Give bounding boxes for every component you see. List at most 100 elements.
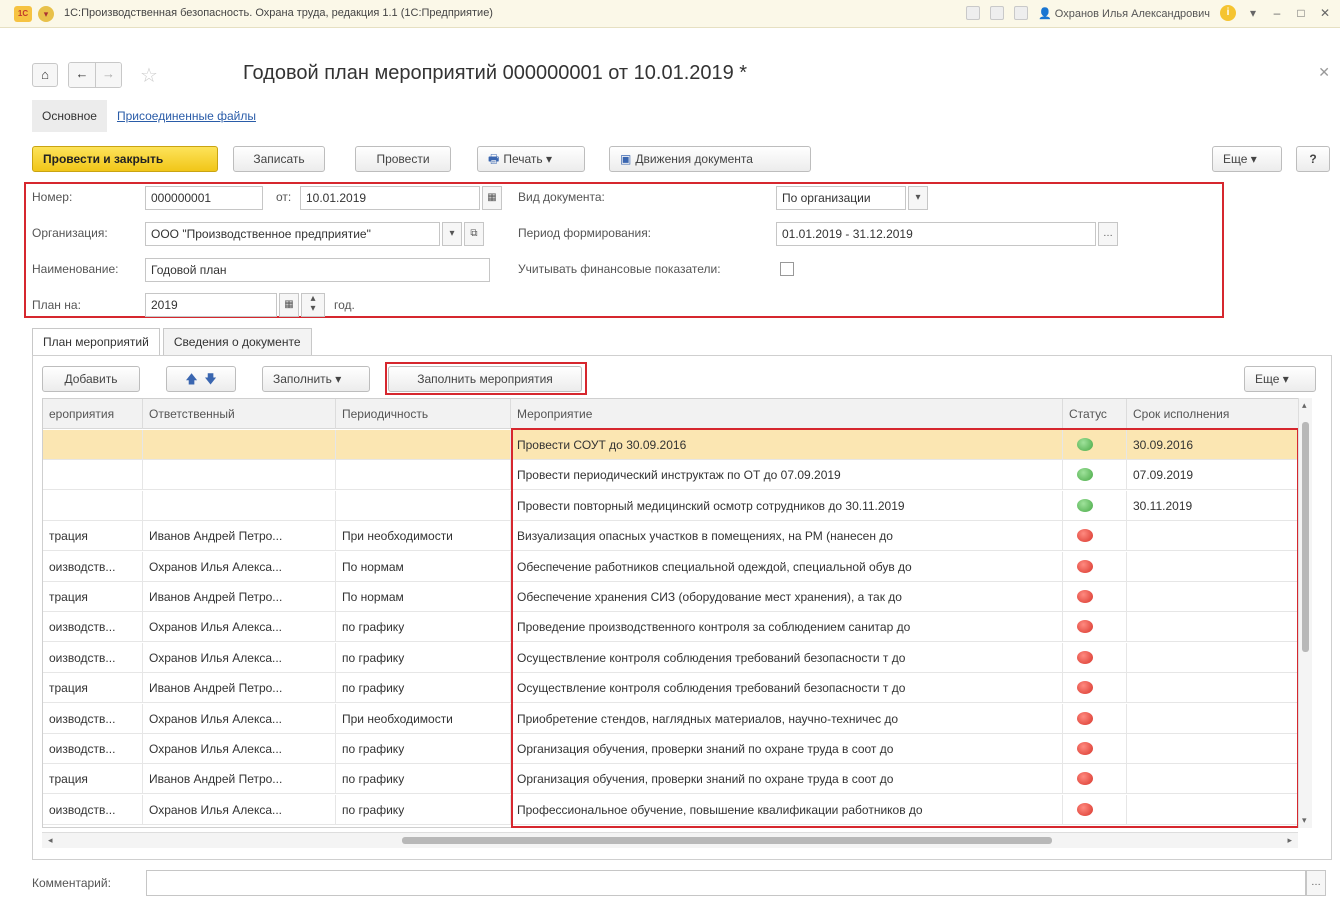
cell-responsible[interactable]: Охранов Илья Алекса... bbox=[143, 703, 336, 734]
cell-department[interactable] bbox=[43, 490, 143, 521]
tab-plan-events[interactable]: План мероприятий bbox=[32, 328, 160, 356]
cell-department[interactable]: оизводств... bbox=[43, 794, 143, 825]
column-header-status[interactable]: Статус bbox=[1063, 399, 1127, 429]
tab-main[interactable]: Основное bbox=[32, 100, 107, 132]
cell-responsible[interactable]: Иванов Андрей Петро... bbox=[143, 764, 336, 795]
document-movements-button[interactable]: ▣ Движения документа bbox=[609, 146, 811, 172]
organization-open-icon[interactable]: ⧉ bbox=[464, 222, 484, 246]
cell-department[interactable]: трация bbox=[43, 764, 143, 795]
vertical-scroll-thumb[interactable] bbox=[1302, 422, 1309, 652]
cell-responsible[interactable]: Иванов Андрей Петро... bbox=[143, 521, 336, 552]
column-header-responsible[interactable]: Ответственный bbox=[143, 399, 336, 429]
column-header-periodicity[interactable]: Периодичность bbox=[336, 399, 511, 429]
column-header-due-date[interactable]: Срок исполнения bbox=[1127, 399, 1303, 429]
column-header-event[interactable]: Мероприятие bbox=[511, 399, 1063, 429]
cell-responsible[interactable] bbox=[143, 460, 336, 491]
plan-year-calendar-icon[interactable]: ▦ bbox=[279, 293, 299, 317]
cell-department[interactable] bbox=[43, 430, 143, 460]
back-arrow-icon[interactable]: ← bbox=[69, 63, 95, 87]
scroll-down-icon[interactable]: ▾ bbox=[1302, 815, 1307, 826]
calendar-icon[interactable] bbox=[966, 6, 981, 20]
doctype-dropdown-icon[interactable]: ▾ bbox=[908, 186, 928, 210]
horizontal-scrollbar[interactable]: ◂ ▸ bbox=[42, 832, 1298, 848]
save-button[interactable]: Записать bbox=[233, 146, 325, 172]
fill-button[interactable]: Заполнить ▾ bbox=[262, 366, 370, 392]
cell-responsible[interactable] bbox=[143, 490, 336, 521]
maximize-icon[interactable]: □ bbox=[1294, 6, 1308, 20]
cell-responsible[interactable]: Охранов Илья Алекса... bbox=[143, 734, 336, 764]
minimize-icon[interactable]: – bbox=[1270, 6, 1284, 20]
cell-department[interactable]: оизводств... bbox=[43, 551, 143, 582]
cell-department[interactable]: оизводств... bbox=[43, 612, 143, 643]
cell-department[interactable]: трация bbox=[43, 521, 143, 552]
home-icon[interactable]: ⌂ bbox=[32, 63, 58, 87]
cell-periodicity[interactable]: При необходимости bbox=[336, 521, 511, 552]
grid-more-button[interactable]: Еще ▾ bbox=[1244, 366, 1316, 392]
finance-checkbox[interactable] bbox=[780, 262, 794, 276]
date-field[interactable]: 10.01.2019 bbox=[300, 186, 480, 210]
post-button[interactable]: Провести bbox=[355, 146, 451, 172]
date-calendar-icon[interactable]: ▦ bbox=[482, 186, 502, 210]
tab-attached-files[interactable]: Присоединенные файлы bbox=[107, 100, 266, 132]
plan-year-field[interactable]: 2019 bbox=[145, 293, 277, 317]
cell-periodicity[interactable] bbox=[336, 430, 511, 460]
cell-department[interactable]: оизводств... bbox=[43, 703, 143, 734]
comment-select-icon[interactable]: … bbox=[1306, 870, 1326, 896]
scroll-right-icon[interactable]: ▸ bbox=[1287, 835, 1292, 846]
vertical-scrollbar[interactable]: ▴ ▾ bbox=[1298, 398, 1312, 828]
cell-department[interactable] bbox=[43, 460, 143, 491]
doctype-field[interactable]: По организации bbox=[776, 186, 906, 210]
cell-responsible[interactable]: Охранов Илья Алекса... bbox=[143, 612, 336, 643]
cell-responsible[interactable]: Охранов Илья Алекса... bbox=[143, 551, 336, 582]
name-field[interactable]: Годовой план bbox=[145, 258, 490, 282]
user-name[interactable]: 👤 Охранов Илья Александрович bbox=[1038, 7, 1210, 20]
cell-periodicity[interactable]: по графику bbox=[336, 673, 511, 704]
period-field[interactable]: 01.01.2019 - 31.12.2019 bbox=[776, 222, 1096, 246]
back-history-icon[interactable] bbox=[1014, 6, 1029, 20]
post-and-close-button[interactable]: Провести и закрыть bbox=[32, 146, 218, 172]
cell-responsible[interactable] bbox=[143, 430, 336, 460]
print-icon[interactable] bbox=[990, 6, 1005, 20]
close-form-icon[interactable]: ✕ bbox=[1318, 64, 1330, 81]
move-up-down-buttons[interactable]: 🡅 🡇 bbox=[166, 366, 236, 392]
cell-periodicity[interactable] bbox=[336, 490, 511, 521]
more-button[interactable]: Еще ▾ bbox=[1212, 146, 1282, 172]
move-up-icon[interactable]: 🡅 bbox=[185, 372, 197, 386]
main-menu-icon[interactable]: ▾ bbox=[38, 6, 54, 22]
cell-periodicity[interactable]: по графику bbox=[336, 794, 511, 825]
window-close-icon[interactable]: ✕ bbox=[1318, 6, 1332, 20]
number-field[interactable]: 000000001 bbox=[145, 186, 263, 210]
horizontal-scroll-thumb[interactable] bbox=[402, 837, 1052, 844]
forward-arrow-icon[interactable]: → bbox=[95, 63, 121, 87]
favorite-star-icon[interactable]: ☆ bbox=[140, 63, 158, 88]
organization-dropdown-icon[interactable]: ▾ bbox=[442, 222, 462, 246]
cell-responsible[interactable]: Охранов Илья Алекса... bbox=[143, 794, 336, 825]
info-icon[interactable]: i bbox=[1220, 5, 1236, 21]
plan-year-stepper[interactable]: ▴ ▾ bbox=[301, 293, 325, 317]
cell-periodicity[interactable]: По нормам bbox=[336, 551, 511, 582]
cell-responsible[interactable]: Иванов Андрей Петро... bbox=[143, 673, 336, 704]
window-menu-icon[interactable]: ▾ bbox=[1246, 6, 1260, 20]
column-header-department[interactable]: ероприятия bbox=[43, 399, 143, 429]
print-button[interactable]: 🖶 Печать ▾ bbox=[477, 146, 585, 172]
cell-periodicity[interactable]: по графику bbox=[336, 642, 511, 673]
cell-department[interactable]: оизводств... bbox=[43, 734, 143, 764]
cell-periodicity[interactable]: по графику bbox=[336, 734, 511, 764]
cell-department[interactable]: трация bbox=[43, 673, 143, 704]
cell-department[interactable]: оизводств... bbox=[43, 642, 143, 673]
help-button[interactable]: ? bbox=[1296, 146, 1330, 172]
scroll-up-icon[interactable]: ▴ bbox=[1302, 400, 1307, 411]
add-row-button[interactable]: Добавить bbox=[42, 366, 140, 392]
cell-responsible[interactable]: Охранов Илья Алекса... bbox=[143, 642, 336, 673]
cell-periodicity[interactable]: по графику bbox=[336, 764, 511, 795]
period-select-icon[interactable]: … bbox=[1098, 222, 1118, 246]
move-down-icon[interactable]: 🡇 bbox=[204, 372, 216, 386]
cell-periodicity[interactable]: При необходимости bbox=[336, 703, 511, 734]
comment-field[interactable] bbox=[146, 870, 1306, 896]
cell-periodicity[interactable] bbox=[336, 460, 511, 491]
cell-periodicity[interactable]: По нормам bbox=[336, 582, 511, 612]
tab-document-info[interactable]: Сведения о документе bbox=[162, 328, 312, 356]
cell-department[interactable]: трация bbox=[43, 582, 143, 612]
organization-field[interactable]: ООО "Производственное предприятие" bbox=[145, 222, 440, 246]
cell-periodicity[interactable]: по графику bbox=[336, 612, 511, 643]
